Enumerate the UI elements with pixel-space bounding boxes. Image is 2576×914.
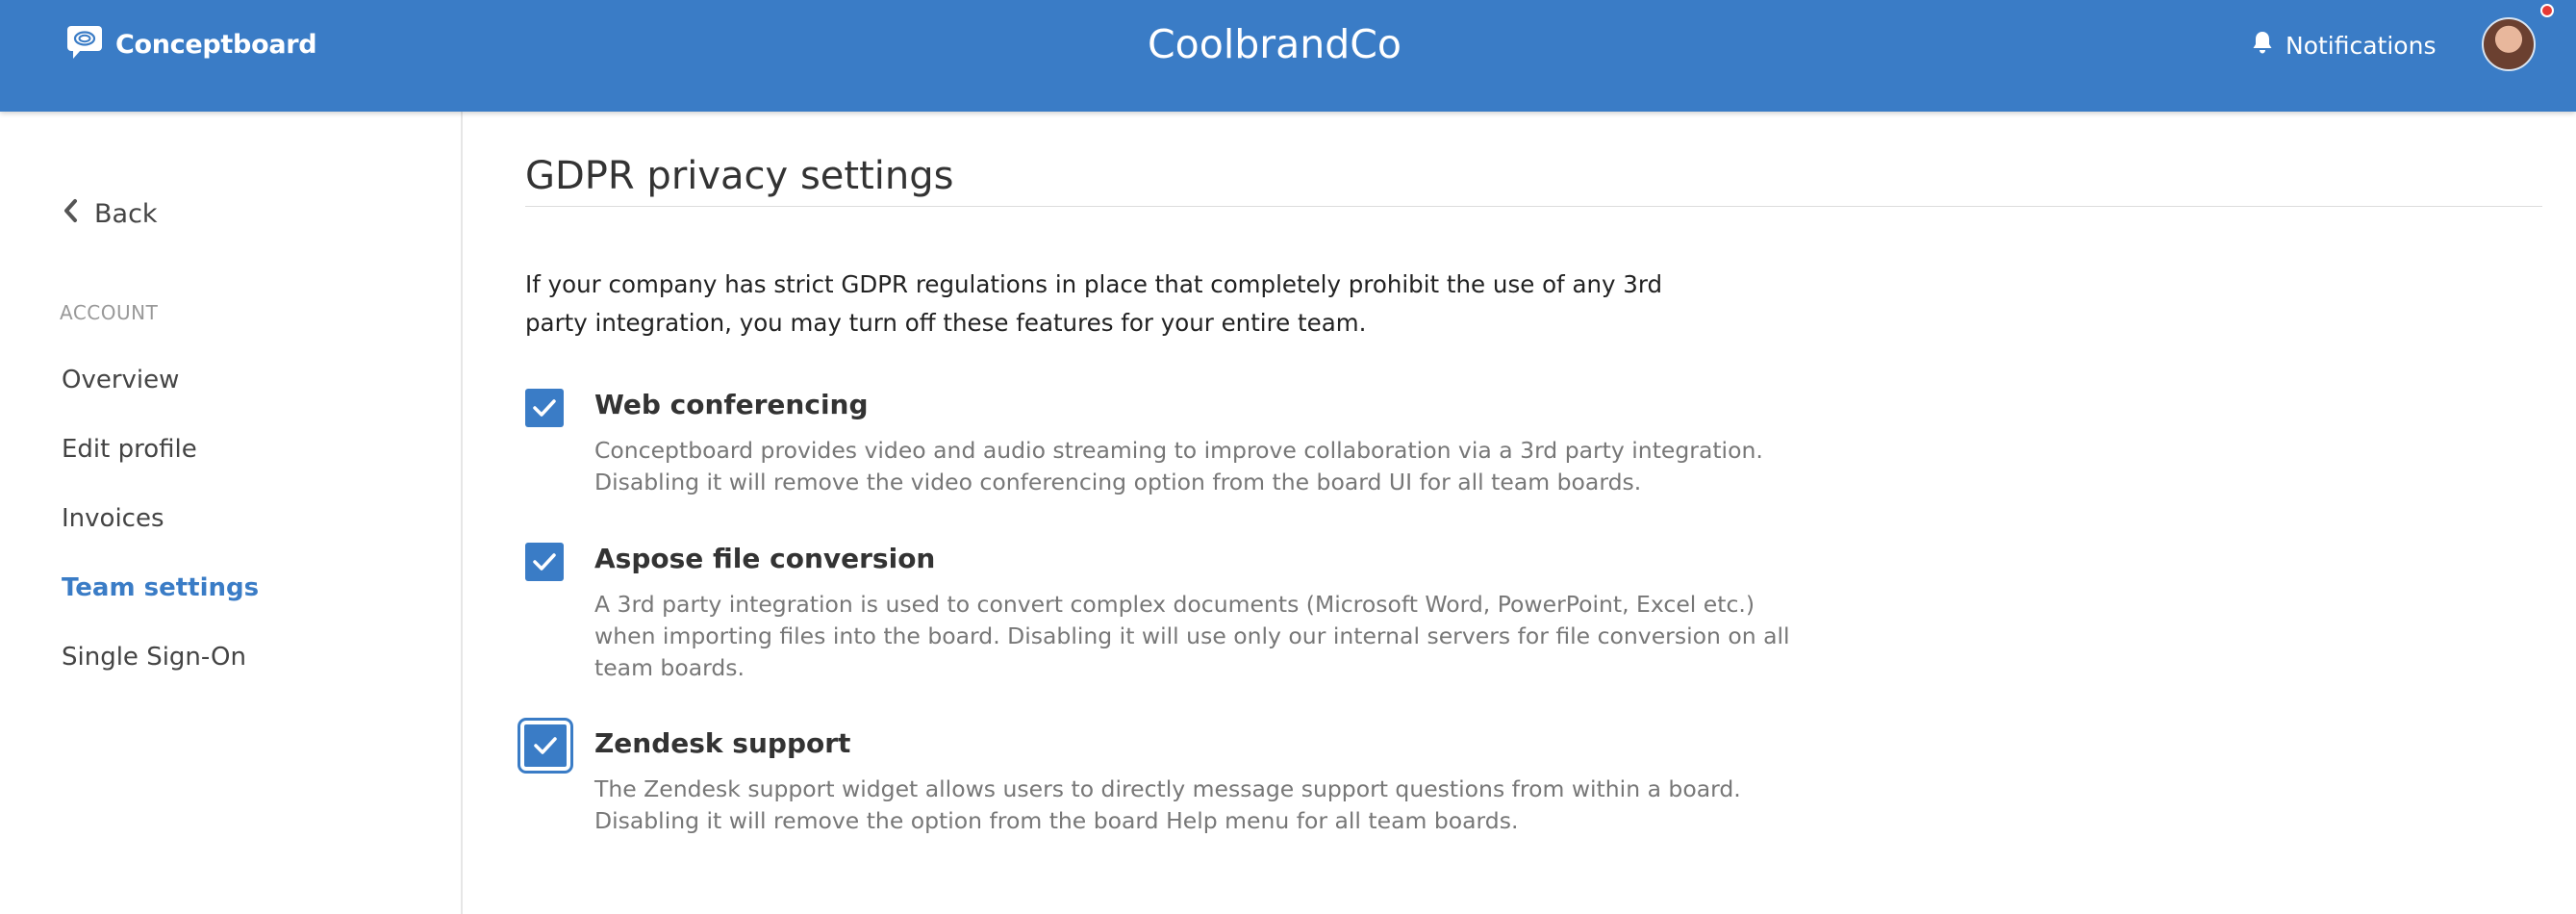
section-label-account: ACCOUNT — [60, 301, 159, 324]
sidebar-item-team-settings[interactable]: Team settings — [62, 573, 259, 602]
option-title: Web conferencing — [594, 389, 869, 420]
brand-name: CoolbrandCo — [1148, 21, 1402, 67]
sidebar-item-edit-profile[interactable]: Edit profile — [62, 435, 197, 464]
sidebar-item-invoices[interactable]: Invoices — [62, 504, 164, 533]
option-title: Zendesk support — [594, 727, 851, 759]
sidebar-item-single-sign-on[interactable]: Single Sign-On — [62, 643, 246, 672]
chevron-left-icon — [62, 198, 94, 230]
aspose-file-conversion-checkbox[interactable] — [525, 543, 564, 581]
back-label: Back — [94, 199, 158, 229]
intro-text: If your company has strict GDPR regulati… — [525, 270, 1663, 337]
zendesk-support-checkbox[interactable] — [520, 721, 570, 771]
page-title: GDPR privacy settings — [525, 154, 954, 198]
notification-indicator — [2540, 4, 2554, 17]
logo[interactable]: Conceptboard — [65, 24, 317, 65]
sidebar-item-overview[interactable]: Overview — [62, 366, 179, 394]
title-divider — [525, 206, 2542, 207]
top-bar: Conceptboard CoolbrandCo Notifications — [0, 0, 2576, 112]
notifications-button[interactable]: Notifications — [2251, 29, 2436, 62]
back-link[interactable]: Back — [62, 198, 158, 230]
option-description: A 3rd party integration is used to conve… — [594, 591, 1790, 681]
option-description: The Zendesk support widget allows users … — [594, 775, 1741, 834]
notifications-label: Notifications — [2286, 31, 2437, 60]
logo-text: Conceptboard — [115, 29, 317, 60]
bell-icon — [2251, 30, 2286, 61]
sidebar: Back ACCOUNT Overview Edit profile Invoi… — [0, 112, 463, 914]
avatar[interactable] — [2482, 17, 2536, 71]
web-conferencing-checkbox[interactable] — [525, 389, 564, 427]
option-title: Aspose file conversion — [594, 543, 936, 574]
option-description: Conceptboard provides video and audio st… — [594, 437, 1763, 495]
conceptboard-logo-icon — [65, 24, 115, 65]
